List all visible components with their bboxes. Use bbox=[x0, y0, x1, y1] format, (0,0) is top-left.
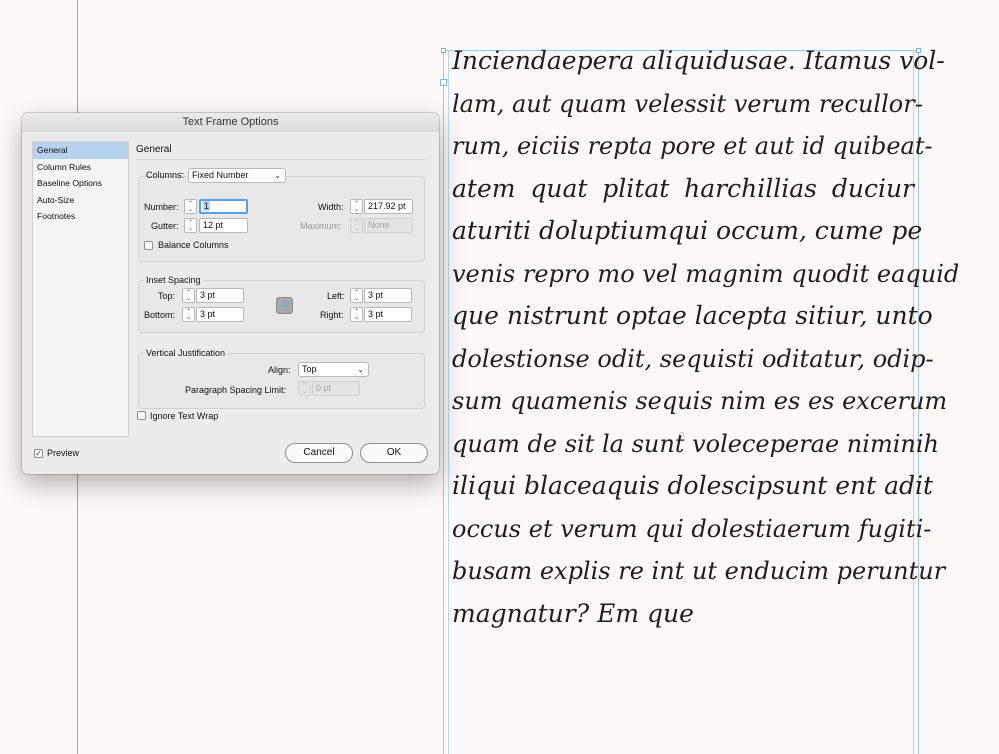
align-select[interactable]: Top ⌄ bbox=[298, 362, 369, 377]
text-line: lam, aut quam velessit verum recullor- bbox=[452, 89, 923, 118]
inset-right-label: Right: bbox=[320, 310, 344, 320]
columns-type-value: Fixed Number bbox=[192, 170, 249, 180]
maximum-stepper: ⌃ ⌄ bbox=[350, 218, 363, 233]
align-label: Align: bbox=[268, 365, 291, 375]
category-auto-size[interactable]: Auto-Size bbox=[33, 192, 128, 209]
divider bbox=[136, 159, 425, 160]
text-line: magnatur? Em que bbox=[452, 598, 694, 628]
text-line: atem quat plitat harchillias duciur bbox=[452, 173, 914, 203]
vertical-justification-group bbox=[138, 353, 425, 409]
text-line: occus et verum qui dolestiaerum fugiti- bbox=[452, 514, 932, 543]
preview-label: Preview bbox=[47, 448, 80, 458]
inset-top-field[interactable]: 3 pt bbox=[196, 288, 244, 303]
inset-bottom-label: Bottom: bbox=[144, 310, 176, 320]
panel-title: General bbox=[136, 144, 172, 155]
gutter-field[interactable]: 12 pt bbox=[199, 218, 248, 233]
frame-handle-top-left[interactable] bbox=[441, 48, 446, 53]
inset-bottom-field[interactable]: 3 pt bbox=[196, 307, 244, 322]
text-line: Inciendaepera aliquidusae. Itamus vol- bbox=[452, 46, 945, 75]
frame-in-port[interactable] bbox=[440, 79, 447, 86]
category-baseline-options[interactable]: Baseline Options bbox=[33, 175, 128, 192]
vertical-justification-legend: Vertical Justification bbox=[144, 348, 228, 358]
number-field[interactable]: 1 bbox=[199, 199, 248, 214]
ignore-text-wrap-label: Ignore Text Wrap bbox=[150, 411, 219, 421]
balance-columns-checkbox[interactable] bbox=[144, 241, 153, 250]
chain-link-icon[interactable]: 🔗 bbox=[276, 297, 293, 314]
text-line: quam de sit la sunt voleceperae niminih bbox=[452, 429, 939, 458]
text-line: venis repro mo vel magnim quodit eaquid bbox=[452, 259, 960, 288]
balance-columns-label: Balance Columns bbox=[158, 240, 229, 250]
text-line: que nistrunt optae lacepta sitiur, unto bbox=[452, 301, 933, 330]
number-stepper[interactable]: ⌃ ⌄ bbox=[184, 199, 197, 214]
text-line: sum quamenis sequis nim es es excerum bbox=[452, 387, 948, 415]
columns-type-select[interactable]: Fixed Number ⌄ bbox=[188, 168, 286, 183]
number-label: Number: bbox=[144, 202, 179, 212]
category-list: General Column Rules Baseline Options Au… bbox=[32, 141, 129, 437]
paragraph-spacing-limit-label: Paragraph Spacing Limit: bbox=[185, 385, 287, 395]
inset-right-stepper[interactable]: ⌃ ⌄ bbox=[350, 307, 363, 322]
inset-bottom-stepper[interactable]: ⌃ ⌄ bbox=[182, 307, 195, 322]
columns-label: Columns: bbox=[146, 170, 185, 180]
chevron-down-icon: ⌄ bbox=[274, 171, 281, 180]
category-footnotes[interactable]: Footnotes bbox=[33, 208, 128, 225]
maximum-field: None bbox=[364, 218, 413, 233]
inset-top-stepper[interactable]: ⌃ ⌄ bbox=[182, 288, 195, 303]
category-column-rules[interactable]: Column Rules bbox=[33, 159, 128, 176]
paragraph-spacing-field: 0 pt bbox=[312, 381, 360, 396]
inset-left-label: Left: bbox=[327, 291, 345, 301]
text-line: dolestionse odit, sequisti oditatur, odi… bbox=[452, 344, 934, 373]
align-value: Top bbox=[302, 364, 317, 374]
story-text[interactable]: Inciendaepera aliquidusae. Itamus vol- l… bbox=[452, 40, 960, 635]
gutter-stepper[interactable]: ⌃ ⌄ bbox=[184, 218, 197, 233]
maximum-label: Maximum: bbox=[300, 221, 342, 231]
inset-top-label: Top: bbox=[158, 291, 176, 301]
inset-spacing-legend: Inset Spacing bbox=[144, 275, 203, 285]
cancel-button[interactable]: Cancel bbox=[285, 443, 353, 463]
text-line: rum, eiciis repta pore et aut id quibeat… bbox=[452, 132, 933, 160]
ok-button[interactable]: OK bbox=[360, 443, 428, 463]
dialog-title: Text Frame Options bbox=[22, 113, 439, 132]
inset-left-field[interactable]: 3 pt bbox=[364, 288, 412, 303]
preview-checkbox[interactable]: ✓ bbox=[34, 449, 43, 458]
text-line: busam explis re int ut enducim peruntur bbox=[452, 557, 946, 585]
width-field[interactable]: 217.92 pt bbox=[364, 199, 413, 214]
inset-right-field[interactable]: 3 pt bbox=[364, 307, 412, 322]
ignore-text-wrap-checkbox[interactable] bbox=[137, 411, 146, 420]
width-stepper[interactable]: ⌃ ⌄ bbox=[350, 199, 363, 214]
gutter-label: Gutter: bbox=[151, 221, 179, 231]
category-general[interactable]: General bbox=[33, 142, 128, 159]
width-label: Width: bbox=[318, 202, 344, 212]
text-line: iliqui blaceaquis dolescipsunt ent adit bbox=[452, 471, 934, 500]
paragraph-spacing-stepper: ⌃ ⌄ bbox=[298, 381, 311, 396]
text-line: aturiti doluptiumqui occum, cume pe bbox=[452, 216, 923, 245]
chevron-down-icon: ⌄ bbox=[357, 365, 364, 374]
inset-left-stepper[interactable]: ⌃ ⌄ bbox=[350, 288, 363, 303]
text-frame-options-dialog: Text Frame Options General Column Rules … bbox=[22, 113, 439, 474]
